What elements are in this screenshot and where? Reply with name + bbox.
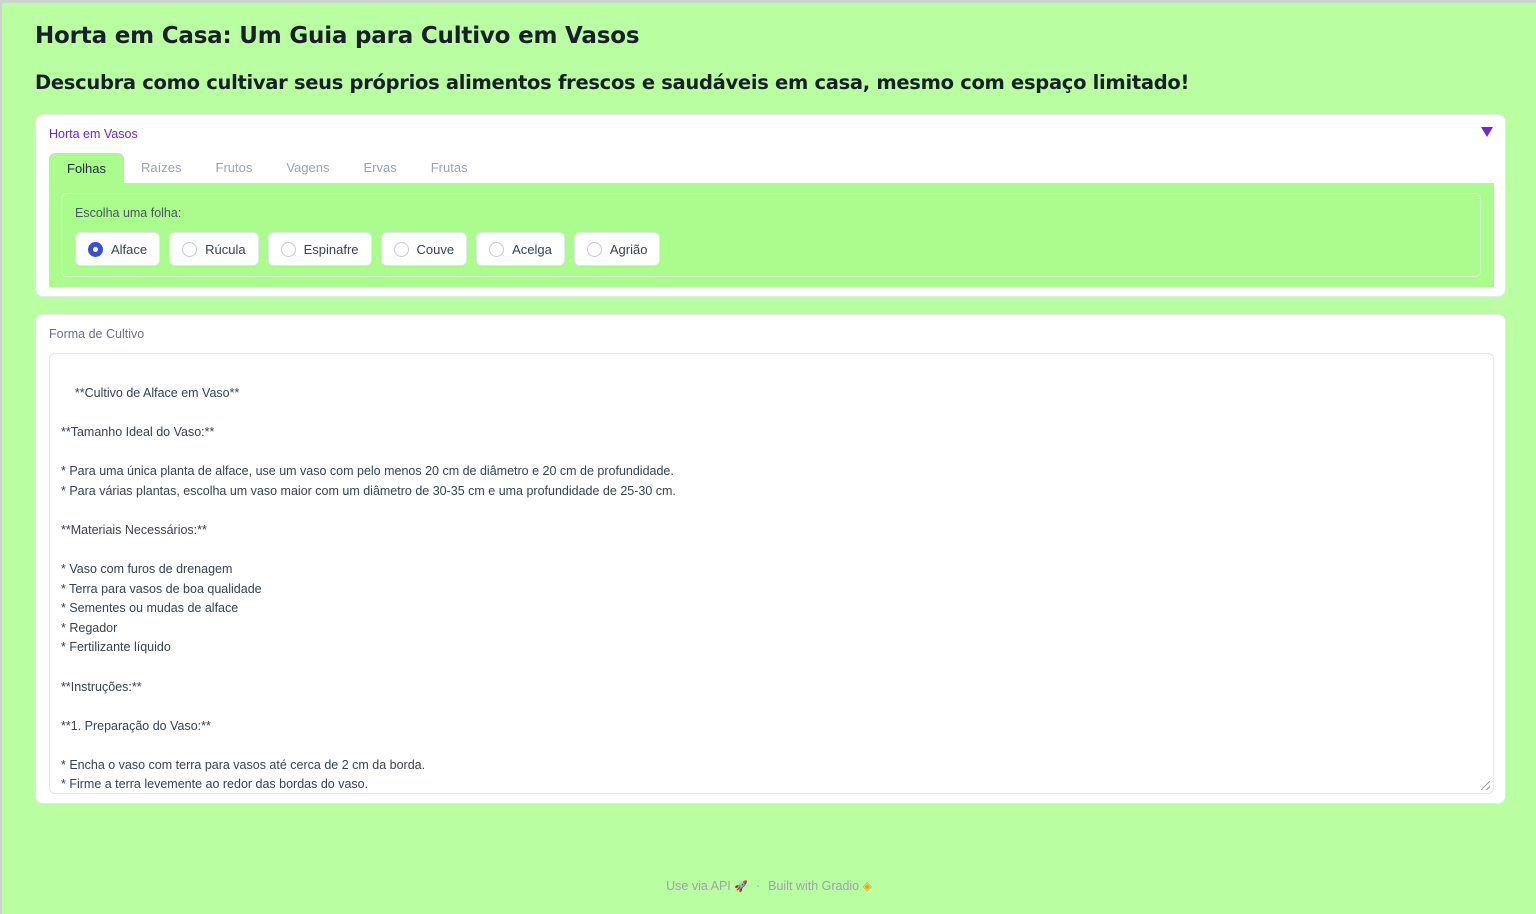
output-panel: Forma de Cultivo **Cultivo de Alface em …	[35, 314, 1506, 804]
use-via-api-link[interactable]: Use via API 🚀	[666, 879, 748, 893]
rocket-icon: 🚀	[734, 881, 748, 893]
radio-unchecked-icon[interactable]	[489, 241, 505, 257]
tab-frutos[interactable]: Frutos	[199, 153, 270, 183]
use-via-api-label: Use via API	[666, 879, 731, 893]
radio-option-couve[interactable]: Couve	[380, 232, 468, 266]
resize-handle-icon[interactable]	[1481, 781, 1490, 790]
triangle-down-icon[interactable]	[1481, 127, 1493, 137]
tab-vagens[interactable]: Vagens	[269, 153, 346, 183]
tab-folhas[interactable]: Folhas	[49, 153, 125, 183]
radio-checked-icon[interactable]	[88, 241, 103, 257]
radio-option-alface[interactable]: Alface	[75, 232, 161, 266]
tab-panel-folhas: Escolha uma folha: Alface Rúcula Espinaf…	[49, 183, 1494, 287]
radio-option-label: Agrião	[609, 241, 648, 257]
radio-option-agriao[interactable]: Agrião	[573, 232, 661, 266]
radio-unchecked-icon[interactable]	[182, 241, 198, 257]
radio-option-label: Acelga	[512, 241, 552, 257]
radio-option-rucula[interactable]: Rúcula	[169, 232, 259, 266]
page-subtitle: Descubra como cultivar seus próprios ali…	[35, 71, 1190, 94]
radio-option-label: Espinafre	[303, 241, 359, 257]
cultivation-text: **Cultivo de Alface em Vaso** **Tamanho …	[61, 385, 676, 792]
tab-frutas[interactable]: Frutas	[414, 153, 485, 183]
radio-group-label: Escolha uma folha:	[75, 206, 182, 220]
accordion-horta-em-vasos: Horta em Vasos Folhas Raízes Frutos Vage…	[35, 114, 1506, 297]
built-with-gradio-label: Built with Gradio	[768, 879, 860, 893]
accordion-label[interactable]: Horta em Vasos	[49, 127, 138, 141]
built-with-gradio-link[interactable]: Built with Gradio ◈	[768, 879, 872, 893]
radio-options: Alface Rúcula Espinafre Couve Acelga Agr…	[75, 232, 661, 266]
radio-option-label: Rúcula	[205, 241, 246, 257]
radio-option-label: Couve	[416, 241, 455, 257]
radio-unchecked-icon[interactable]	[280, 241, 296, 257]
radio-option-espinafre[interactable]: Espinafre	[267, 232, 372, 266]
tab-ervas[interactable]: Ervas	[346, 153, 413, 183]
radio-option-acelga[interactable]: Acelga	[476, 232, 565, 266]
radio-option-label: Alface	[111, 241, 148, 257]
gradio-logo-icon: ◈	[862, 879, 872, 893]
page-title: Horta em Casa: Um Guia para Cultivo em V…	[35, 23, 640, 49]
footer-separator: ·	[755, 879, 761, 893]
radio-unchecked-icon[interactable]	[393, 241, 409, 257]
footer: Use via API 🚀 · Built with Gradio ◈	[2, 879, 1536, 893]
cultivation-textarea[interactable]: **Cultivo de Alface em Vaso** **Tamanho …	[49, 353, 1494, 794]
output-label: Forma de Cultivo	[49, 327, 145, 341]
leaf-radio-group: Escolha uma folha: Alface Rúcula Espinaf…	[61, 193, 1481, 277]
tab-bar: Folhas Raízes Frutos Vagens Ervas Frutas	[49, 153, 485, 183]
radio-unchecked-icon[interactable]	[586, 241, 602, 257]
tab-raizes[interactable]: Raízes	[124, 153, 198, 183]
